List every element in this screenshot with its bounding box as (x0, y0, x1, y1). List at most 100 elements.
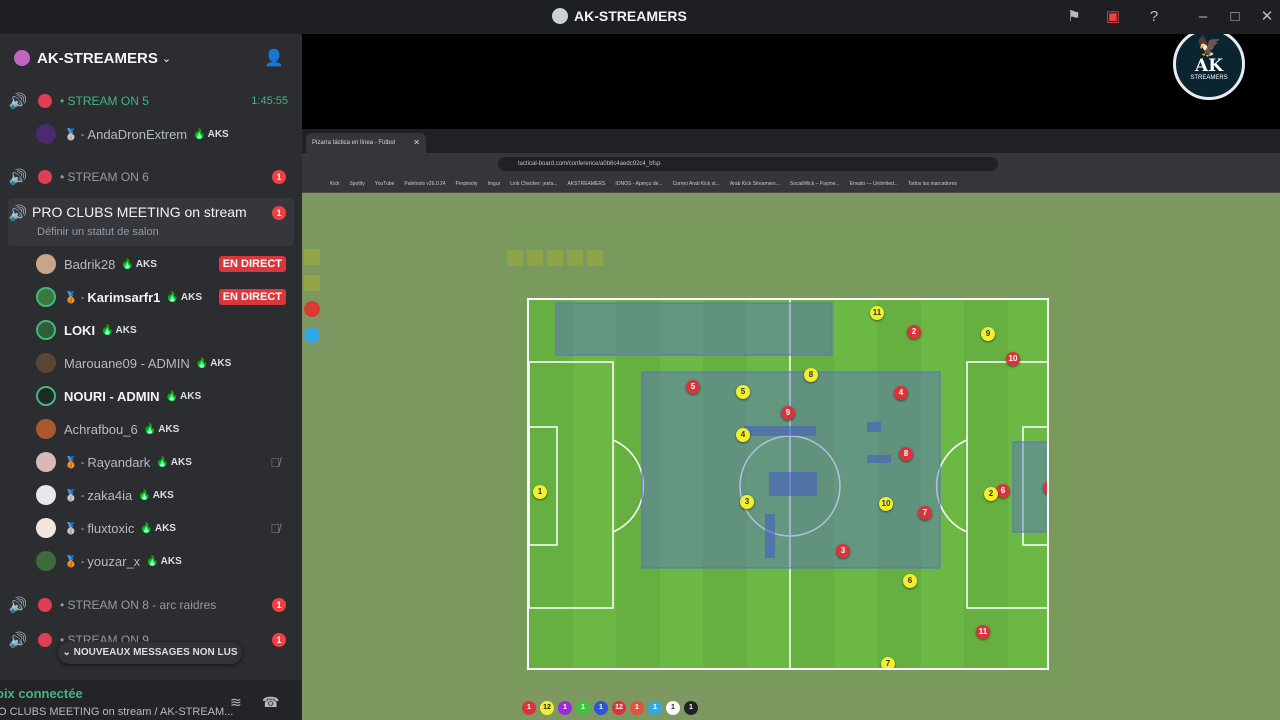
yellow-player-token[interactable]: 2 (984, 487, 998, 501)
eagle-icon: 🦅 (1196, 36, 1222, 58)
voice-channel-path[interactable]: O CLUBS MEETING on stream / AK-STREAM... (0, 706, 233, 718)
avatar (36, 518, 56, 538)
close-tab-icon[interactable]: ✕ (413, 133, 420, 153)
voice-channel-stream-6[interactable]: 🔊 • STREAM ON 6 1 (8, 162, 294, 192)
voice-user[interactable]: 🥉 - youzar_x AKS (36, 547, 294, 575)
yellow-player-token[interactable]: 4 (736, 428, 750, 442)
close-icon[interactable]: ✕ (1258, 8, 1276, 26)
channel-status-text[interactable]: Définir un statut de salon (37, 226, 159, 238)
palette-token[interactable]: 1 (522, 701, 536, 715)
palette-token[interactable]: 1 (648, 701, 662, 715)
red-player-token[interactable]: 5 (686, 380, 700, 394)
avatar (36, 485, 56, 505)
avatar (36, 386, 56, 406)
channel-timer: 1:45:55 (251, 95, 288, 107)
palette-token[interactable]: 1 (594, 701, 608, 715)
bookmark-item[interactable]: Correo Arab Kick st... (673, 181, 720, 187)
red-player-token[interactable]: 7 (918, 506, 932, 520)
red-player-token[interactable]: 9 (781, 406, 795, 420)
voice-user[interactable]: Marouane09 - ADMIN AKS (36, 349, 294, 377)
url-field[interactable]: tactical-board.com/conference/a0b6c4aedc… (498, 157, 998, 171)
bookmark-item[interactable]: Kick (330, 181, 339, 187)
link-icon[interactable] (587, 250, 603, 266)
bookmark-icon[interactable] (547, 250, 563, 266)
red-player-token[interactable]: 10 (1006, 352, 1020, 366)
voice-user[interactable]: 🥈 - zaka4ia AKS (36, 481, 294, 509)
tool-icon[interactable] (304, 249, 320, 265)
palette-token[interactable]: 1 (558, 701, 572, 715)
yellow-player-token[interactable]: 3 (740, 495, 754, 509)
new-messages-button[interactable]: ⌄ NOUVEAUX MESSAGES NON LUS (58, 642, 242, 664)
minimize-icon[interactable]: – (1194, 8, 1212, 26)
yellow-player-token[interactable]: 5 (736, 385, 750, 399)
bookmark-item[interactable]: YouTube (375, 181, 395, 187)
flag-es-icon[interactable] (304, 301, 320, 317)
maximize-icon[interactable]: □ (1226, 8, 1244, 26)
voice-channel-stream-5[interactable]: 🔊 • STREAM ON 5 1:45:55 (8, 86, 294, 116)
crop-icon[interactable] (527, 250, 543, 266)
avatar (36, 287, 56, 307)
bookmark-item[interactable]: Envato — Unlimited... (850, 181, 898, 187)
channel-name: PRO CLUBS MEETING on stream (32, 204, 247, 220)
voice-user[interactable]: NOURI - ADMIN AKS (36, 382, 294, 410)
server-header[interactable]: AK-STREAMERS ⌄ 👤 (0, 34, 302, 82)
disconnect-icon[interactable]: ☎ (262, 694, 279, 711)
yellow-player-token[interactable]: 9 (981, 327, 995, 341)
bookmark-item[interactable]: Link Checker: ¡esta... (510, 181, 557, 187)
yellow-player-token[interactable]: 8 (804, 368, 818, 382)
ak-streamers-logo: 🦅 AK STREAMERS (1173, 34, 1245, 100)
red-player-token[interactable]: 4 (894, 386, 908, 400)
muted-icon: 🎙̸ (270, 520, 280, 536)
palette-token[interactable]: 1 (576, 701, 590, 715)
yellow-player-token[interactable]: 6 (903, 574, 917, 588)
voice-channel-stream-8[interactable]: 🔊 • STREAM ON 8 - arc raidres 1 (8, 590, 294, 620)
red-player-token[interactable]: 11 (976, 625, 990, 639)
palette-token[interactable]: 1 (666, 701, 680, 715)
browser-tab[interactable]: Pizarra táctica en línea - Fútbol ✕ (306, 133, 426, 153)
voice-user[interactable]: Badrik28 AKS EN DIRECT (36, 250, 294, 278)
yellow-player-token[interactable]: 10 (879, 497, 893, 511)
voice-channel-icon: 🔊 (8, 632, 28, 649)
voice-channel-pro-clubs[interactable]: 🔊 PRO CLUBS MEETING on stream 1 Définir … (8, 198, 294, 246)
download-icon[interactable] (507, 250, 523, 266)
palette-token[interactable]: 1 (630, 701, 644, 715)
palette-token[interactable]: 12 (612, 701, 626, 715)
red-player-token[interactable]: 3 (836, 544, 850, 558)
bookmark-item[interactable]: Paletools v26.0.24 (404, 181, 445, 187)
voice-connection-panel: oix connectée O CLUBS MEETING on stream … (0, 680, 302, 720)
bookmark-item[interactable]: Perplexity (456, 181, 478, 187)
help-icon[interactable]: ? (1145, 8, 1163, 26)
voice-user[interactable]: 🥉 - Karimsarfr1 AKS EN DIRECT (36, 283, 294, 311)
red-player-token[interactable]: 8 (899, 447, 913, 461)
yellow-player-token[interactable]: 11 (870, 306, 884, 320)
tool-icon[interactable] (304, 275, 320, 291)
voice-user[interactable]: LOKI AKS (36, 316, 294, 344)
bookmark-item[interactable]: Imgur (488, 181, 501, 187)
voice-user[interactable]: 🥈 - AndaDronExtrem AKS (36, 120, 294, 148)
bookmark-item[interactable]: SocialWick – Payme... (790, 181, 840, 187)
grid-icon[interactable] (567, 250, 583, 266)
yellow-player-token[interactable]: 7 (881, 657, 895, 668)
help-circle-icon[interactable] (304, 327, 320, 343)
tab-title: Pizarra táctica en línea - Fútbol (312, 140, 396, 146)
screen-share-icon[interactable]: ▣ (1104, 8, 1122, 26)
soundboard-icon[interactable]: ≋ (230, 694, 242, 711)
bookmark-item[interactable]: Todos los marcadores (908, 181, 957, 187)
bookmark-item[interactable]: Spotify (349, 181, 364, 187)
voice-user[interactable]: Achrafbou_6 AKS (36, 415, 294, 443)
red-player-token[interactable]: 6 (996, 484, 1010, 498)
bookmark-item[interactable]: AKSTREAMERS (568, 181, 606, 187)
palette-token[interactable]: 1 (684, 701, 698, 715)
voice-user[interactable]: 🥈 - fluxtoxic AKS 🎙̸ (36, 514, 294, 542)
user-tag: AKS (121, 259, 157, 270)
bookmark-item[interactable]: Arab Kick Streamers... (730, 181, 780, 187)
add-user-icon[interactable]: 👤 (264, 48, 284, 68)
yellow-player-token[interactable]: 1 (533, 485, 547, 499)
user-name: Badrik28 (64, 256, 116, 272)
user-name: zaka4ia (87, 487, 133, 503)
red-player-token[interactable]: 2 (907, 325, 921, 339)
bookmark-item[interactable]: IONOS - Aperçu de... (615, 181, 662, 187)
voice-user[interactable]: 🥉 - Rayandark AKS 🎙̸ (36, 448, 294, 476)
palette-token[interactable]: 12 (540, 701, 554, 715)
flag-icon[interactable]: ⚑ (1065, 8, 1083, 26)
